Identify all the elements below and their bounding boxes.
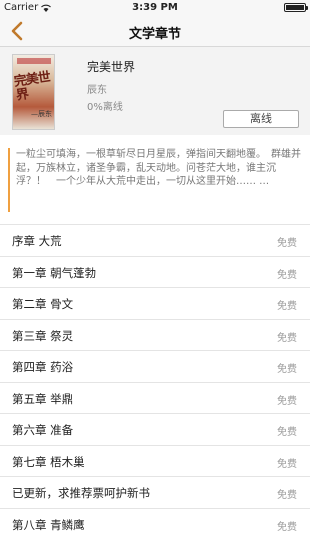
chapter-free-tag: 免费 bbox=[277, 364, 297, 375]
book-title: 完美世界 bbox=[87, 60, 136, 74]
chapter-row[interactable]: 已更新，求推荐票呵护新书 免费 bbox=[0, 476, 310, 508]
status-bar: Carrier 3:39 PM bbox=[0, 0, 310, 16]
chapter-row[interactable]: 第四章 药浴 免费 bbox=[0, 350, 310, 382]
chapter-title: 已更新，求推荐票呵护新书 bbox=[12, 486, 150, 500]
chapter-title: 第三章 祭灵 bbox=[12, 328, 74, 343]
book-progress: 0%离线 bbox=[87, 102, 123, 113]
offline-button[interactable]: 离线 bbox=[223, 110, 299, 128]
chapter-title: 序章 大荒 bbox=[12, 234, 62, 248]
chapter-free-tag: 免费 bbox=[277, 490, 297, 501]
book-description: 一粒尘可填海，一根草斩尽日月星辰，弹指间天翻地覆。 群雄并起，万族林立，诸圣争霸… bbox=[8, 148, 302, 212]
chapter-title: 第七章 梧木巢 bbox=[12, 454, 85, 469]
cover-author: —辰东 bbox=[31, 110, 52, 118]
chapter-title: 第四章 药浴 bbox=[12, 360, 74, 374]
chapter-free-tag: 免费 bbox=[277, 427, 297, 438]
chapter-list: 序章 大荒 免费 第一章 朝气蓬勃 免费 第二章 骨文 免费 第三章 祭灵 免费 第四章 药浴免… bbox=[0, 224, 310, 539]
chapter-title: 第八章 青鳞鹰 bbox=[12, 517, 85, 532]
chapter-free-tag: 免费 bbox=[277, 238, 297, 249]
chapter-free-tag: 免费 bbox=[277, 458, 297, 470]
chapter-row[interactable]: 第六章 准备 免费 bbox=[0, 413, 310, 445]
chapter-free-tag: 免费 bbox=[277, 332, 297, 344]
nav-bar: 文学章节 bbox=[0, 16, 310, 47]
chapter-title: 第六章 准备 bbox=[12, 423, 74, 437]
battery-icon bbox=[284, 3, 308, 12]
chapter-row[interactable]: 第五章 举鼎 免费 bbox=[0, 381, 310, 414]
book-info-panel: 完美世界 —辰东 完美世界 辰东 0%离线 离线 bbox=[0, 47, 310, 135]
chapter-title: 第五章 举鼎 bbox=[12, 391, 74, 406]
chapter-free-tag: 免费 bbox=[277, 521, 297, 533]
cover-banner bbox=[17, 58, 51, 64]
cover-title: 完美世界 bbox=[13, 69, 51, 104]
chapter-row[interactable]: 第八章 青鳞鹰 免费 bbox=[0, 507, 310, 540]
book-cover[interactable]: 完美世界 —辰东 bbox=[12, 54, 55, 130]
chapter-free-tag: 免费 bbox=[277, 269, 297, 281]
chapter-row[interactable]: 第一章 朝气蓬勃 免费 bbox=[0, 255, 310, 288]
chapter-free-tag: 免费 bbox=[277, 301, 297, 312]
chapter-title: 第一章 朝气蓬勃 bbox=[12, 265, 97, 280]
status-time: 3:39 PM bbox=[132, 2, 178, 13]
chapter-title: 第二章 骨文 bbox=[12, 297, 74, 311]
battery-level bbox=[286, 5, 304, 10]
chapter-row[interactable]: 第二章 骨文 免费 bbox=[0, 287, 310, 319]
chapter-row[interactable]: 第三章 祭灵 免费 bbox=[0, 318, 310, 351]
chapter-row[interactable]: 序章 大荒 免费 bbox=[0, 224, 310, 256]
chapter-row[interactable]: 第七章 梧木巢 免费 bbox=[0, 444, 310, 477]
chapter-free-tag: 免费 bbox=[277, 395, 297, 407]
page-title: 文学章节 bbox=[128, 27, 181, 42]
book-author: 辰东 bbox=[87, 85, 107, 96]
